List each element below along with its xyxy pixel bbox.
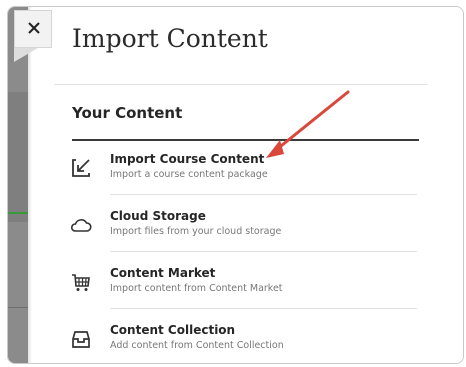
background-band [8,92,28,222]
menu-item-label: Content Collection [110,323,236,337]
section-divider [72,139,419,141]
menu-item-import-course-content[interactable]: Import Course Content Import a course co… [62,145,417,195]
menu-item-label: Import Course Content [110,152,265,166]
cloud-icon [70,219,92,232]
menu-item-cloud-storage[interactable]: Cloud Storage Import files from your clo… [62,202,417,252]
menu-item-label: Content Market [110,266,216,280]
title-divider [54,84,428,85]
cut-off-header-fragment [90,6,240,14]
close-button[interactable] [14,10,52,48]
close-tab-fold [14,48,38,62]
section-title: Your Content [72,104,183,122]
menu-item-description: Import a course content package [110,169,268,180]
page-title: Import Content [72,24,268,53]
menu-item-description: Import files from your cloud storage [110,226,282,237]
menu-item-content-collection[interactable]: Content Collection Add content from Cont… [62,316,417,366]
item-divider [110,251,417,252]
collection-tray-icon [72,331,90,348]
menu-item-content-market[interactable]: Content Market Import content from Conte… [62,259,417,309]
close-icon [28,22,40,34]
item-divider [110,308,417,309]
cart-icon [72,274,90,291]
background-divider [8,307,28,308]
import-arrow-icon [72,159,90,177]
menu-item-label: Cloud Storage [110,209,206,223]
menu-item-description: Import content from Content Market [110,283,283,294]
menu-item-description: Add content from Content Collection [110,340,284,351]
item-divider [110,194,417,195]
background-green-line [8,212,28,214]
